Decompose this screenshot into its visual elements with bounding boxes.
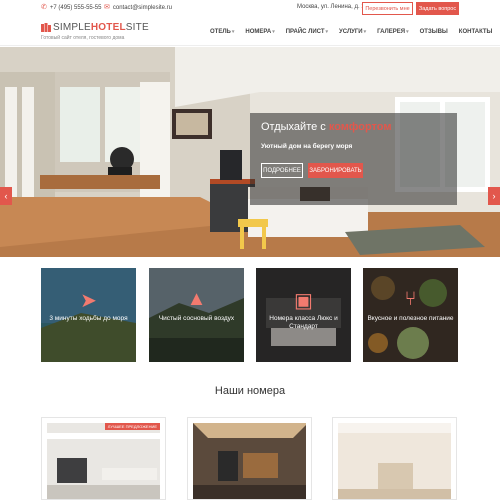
feature-label: Номера класса Люкс и Стандарт	[269, 315, 338, 330]
email-contact[interactable]: ✉ contact@simplesite.ru	[104, 4, 172, 11]
best-offer-badge: ЛУЧШЕЕ ПРЕДЛОЖЕНИЕ	[104, 423, 160, 430]
chevron-down-icon: ▾	[325, 29, 329, 35]
nav-label: ПРАЙС ЛИСТ	[285, 29, 325, 35]
chevron-down-icon: ▾	[406, 29, 409, 35]
logo-part-1: SIMPLE	[53, 22, 91, 33]
feature-label: 3 минуты ходьбы до моря	[49, 315, 128, 322]
hero-slider: ‹ › Отдыхайте с комфортом Уютный дом на …	[0, 47, 500, 257]
hero-subtitle: Уютный дом на берегу моря	[261, 143, 353, 150]
room-card[interactable]: ЛУЧШЕЕ ПРЕДЛОЖЕНИЕ	[41, 417, 166, 500]
feature-card-food[interactable]: ⑂ Вкусное и полезное питание	[363, 268, 458, 362]
gift-icon: ▣	[294, 290, 313, 312]
chevron-down-icon: ▾	[272, 29, 275, 35]
feature-label: Чистый сосновый воздух	[158, 315, 235, 322]
room-photo	[193, 423, 306, 499]
room-photo	[338, 423, 451, 499]
feature-card-rooms[interactable]: ▣ Номера класса Люкс и Стандарт	[256, 268, 351, 362]
top-bar: ✆ +7 (495) 555-55-55 ✉ contact@simplesit…	[0, 0, 500, 18]
nav-label: ОТЗЫВЫ	[419, 29, 448, 35]
rooms-section-title: Наши номера	[214, 385, 286, 397]
nav-label: НОМЕРА	[245, 29, 272, 35]
nav-item-rooms[interactable]: НОМЕРА▾	[245, 29, 274, 35]
phone-contact[interactable]: ✆ +7 (495) 555-55-55	[41, 4, 101, 11]
chevron-left-icon: ‹	[4, 191, 8, 201]
pine-tree-icon: ▲	[186, 288, 207, 310]
mail-icon: ✉	[104, 4, 110, 11]
feature-card-sea[interactable]: ➤ 3 минуты ходьбы до моря	[41, 268, 136, 362]
hero-title-plain: Отдыхайте с	[261, 121, 329, 133]
logo-part-3: SITE	[125, 22, 149, 33]
nav-label: ОТЕЛЬ	[210, 29, 231, 35]
chevron-down-icon: ▾	[363, 29, 367, 35]
feature-label: Вкусное и полезное питание	[367, 315, 454, 322]
logo-part-2: HOTEL	[90, 22, 126, 33]
slider-next-button[interactable]: ›	[488, 187, 500, 205]
email-address[interactable]: contact@simplesite.ru	[113, 5, 172, 11]
chevron-down-icon: ▾	[231, 29, 235, 35]
logo[interactable]: SIMPLEHOTELSITE	[53, 22, 149, 33]
phone-number[interactable]: +7 (495) 555-55-55	[50, 5, 102, 11]
phone-icon: ✆	[41, 4, 47, 11]
hero-title-accent: комфортом	[328, 121, 392, 133]
nav-item-contacts[interactable]: КОНТАКТЫ	[459, 29, 493, 35]
book-button[interactable]: ЗАБРОНИРОВАТЬ	[308, 163, 363, 178]
room-card[interactable]	[187, 417, 312, 500]
nav-item-services[interactable]: УСЛУГИ▾	[339, 29, 366, 35]
feature-card-air[interactable]: ▲ Чистый сосновый воздух	[149, 268, 244, 362]
ask-question-button[interactable]: Задать вопрос	[416, 2, 459, 15]
logo-icon	[41, 23, 51, 32]
nav-item-hotel[interactable]: ОТЕЛЬ▾	[210, 29, 234, 35]
room-card[interactable]	[332, 417, 457, 500]
room-photo	[47, 423, 160, 499]
hero-caption: Отдыхайте с комфортом Уютный дом на бере…	[250, 113, 457, 205]
nav-item-gallery[interactable]: ГАЛЕРЕЯ▾	[377, 29, 408, 35]
nav-label: УСЛУГИ	[339, 29, 363, 35]
navigation-arrow-icon: ➤	[80, 290, 97, 312]
slider-prev-button[interactable]: ‹	[0, 187, 12, 205]
address-text: Москва, ул. Ленина, д. 1	[297, 4, 365, 10]
hero-title: Отдыхайте с комфортом	[261, 121, 392, 133]
main-nav: ОТЕЛЬ▾ НОМЕРА▾ ПРАЙС ЛИСТ▾ УСЛУГИ▾ ГАЛЕР…	[210, 29, 500, 35]
nav-label: ГАЛЕРЕЯ	[377, 29, 406, 35]
address-label: Москва, ул. Ленина, д. 1	[297, 4, 365, 10]
tagline: Готовый сайт отеля, гостевого дома	[41, 35, 125, 41]
nav-label: КОНТАКТЫ	[458, 29, 493, 35]
nav-item-reviews[interactable]: ОТЗЫВЫ	[420, 29, 448, 35]
more-button[interactable]: ПОДРОБНЕЕ	[261, 163, 303, 178]
chevron-right-icon: ›	[492, 191, 496, 201]
site-header: SIMPLEHOTELSITE Готовый сайт отеля, гост…	[0, 18, 500, 46]
nav-item-price-list[interactable]: ПРАЙС ЛИСТ▾	[286, 29, 328, 35]
callback-button[interactable]: Перезвонить мне	[362, 2, 413, 15]
fork-knife-icon: ⑂	[404, 288, 417, 310]
